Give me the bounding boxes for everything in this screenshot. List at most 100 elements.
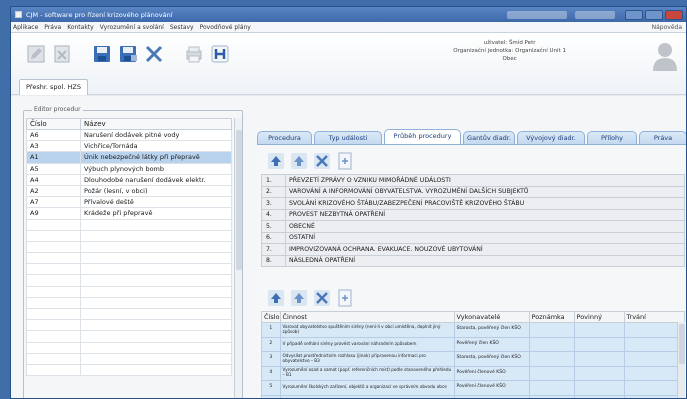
help-button[interactable]	[209, 43, 231, 65]
empty-row	[26, 285, 232, 298]
procedure-name: Dlouhodobé narušení dodávek elektr.	[80, 173, 232, 186]
user-org-unit: Organizační jednotka: Organizační Unit 1	[453, 48, 566, 54]
tab-typ-udalosti[interactable]: Typ události	[314, 131, 382, 145]
tab-prubeh-procedury[interactable]: Průběh procedury	[384, 129, 461, 145]
delete-doc-button[interactable]	[51, 43, 73, 65]
activity-duration	[623, 336, 686, 352]
scrollbar-thumb[interactable]	[236, 130, 242, 270]
document-tab[interactable]: Přeshr. spol. HZS	[19, 79, 88, 95]
empty-row	[26, 307, 232, 321]
procedure-row[interactable]: A5 Výbuch plynových bomb	[26, 162, 232, 175]
column-header-cinnost[interactable]: Činnost	[279, 311, 455, 323]
phase-row[interactable]: 4. PROVEST NEZBYTNÁ OPATŘENÍ	[261, 208, 685, 221]
remove-activity-button[interactable]	[312, 288, 332, 308]
activity-row[interactable]: 4 Vyrozumění osad a samot (popř. referenč…	[261, 365, 686, 381]
floppy-plus-icon	[120, 46, 137, 62]
empty-cell	[80, 263, 232, 276]
phase-row[interactable]: 6. OSTATNÍ	[261, 231, 685, 244]
menu-vyrozumeni[interactable]: Vyrozumění a svolání	[100, 24, 164, 31]
procedure-list-scrollbar[interactable]	[234, 118, 242, 398]
column-header-nazev[interactable]: Název	[80, 118, 232, 130]
activity-text: Varovat obyvatelstvo spuštěním sirény (n…	[279, 322, 455, 338]
menu-aplikace[interactable]: Aplikace	[13, 24, 38, 31]
print-button[interactable]	[183, 43, 205, 65]
phase-label: NÁSLEDNÁ OPATŘENÍ	[285, 254, 685, 267]
empty-row	[26, 229, 232, 242]
scrollbar-thumb[interactable]	[679, 324, 685, 364]
phase-row[interactable]: 5. OBECNÉ	[261, 220, 685, 233]
move-up-button[interactable]	[266, 151, 286, 171]
activity-row[interactable]: 2V případě selhání sirény provést varová…	[261, 336, 686, 352]
activity-number: 2	[261, 336, 281, 352]
procedure-number: A4	[26, 173, 81, 186]
procedure-name: Narušení dodávek pitné vody	[80, 128, 232, 142]
empty-cell	[80, 307, 232, 321]
activity-toolbar	[266, 288, 358, 308]
activity-executors: Starosta, pověřený člen KŠO	[453, 322, 530, 338]
menu-povodnove-plany[interactable]: Povodňové plány	[200, 24, 251, 31]
add-activity-button[interactable]	[335, 288, 355, 308]
activity-table: Číslo Činnost Vykonavatelé Poznámka Povi…	[261, 311, 686, 398]
tab-prava[interactable]: Práva	[639, 131, 686, 145]
activity-note	[528, 394, 575, 398]
procedure-flow-panel: 1. PŘEVZETÍ ZPRÁVY O VZNIKU MIMOŘÁDNÉ UDÁ…	[258, 144, 686, 398]
close-icon	[314, 153, 330, 169]
activity-mandatory	[573, 351, 625, 367]
procedure-row[interactable]: A4 Dlouhodobé narušení dodávek elektr.	[26, 173, 232, 186]
empty-cell	[80, 274, 232, 287]
empty-cell	[80, 285, 232, 298]
activity-row[interactable]: 6Varování obyvatelstva v obci provést: a…	[261, 394, 686, 398]
remove-phase-button[interactable]	[312, 151, 332, 171]
tab-gantuv-diagram[interactable]: Gantův diadr.	[463, 131, 515, 145]
phase-row[interactable]: 1. PŘEVZETÍ ZPRÁVY O VZNIKU MIMOŘÁDNÉ UDÁ…	[261, 174, 685, 187]
column-header-vykonavatele[interactable]: Vykonavatelé	[453, 311, 530, 323]
window-title: CJM - software pro řízení krizového plán…	[26, 10, 173, 19]
procedure-row[interactable]: A1 Únik nebezpečné látky při přepravě	[26, 151, 232, 164]
procedure-row[interactable]: A7 Přívalové deště	[26, 196, 232, 209]
close-window-button[interactable]	[665, 9, 683, 20]
edit-button[interactable]	[25, 43, 47, 65]
activity-row[interactable]: 3 Odvysílat prostřednictvím rozhlasu (jin…	[261, 351, 686, 367]
add-phase-button[interactable]	[335, 151, 355, 171]
activity-move-down-button[interactable]	[289, 288, 309, 308]
menu-prava[interactable]: Práva	[44, 24, 61, 31]
activity-executors	[453, 394, 530, 398]
column-header-poznamka[interactable]: Poznámka	[528, 311, 575, 323]
move-down-button[interactable]	[289, 151, 309, 171]
close-button[interactable]	[143, 43, 165, 65]
activity-scrollbar[interactable]	[677, 322, 685, 398]
phase-row[interactable]: 8. NÁSLEDNÁ OPATŘENÍ	[261, 254, 685, 267]
column-header-trvani[interactable]: Trvání	[623, 311, 686, 323]
column-header-cislo[interactable]: Číslo	[261, 311, 281, 323]
minimize-button[interactable]	[625, 9, 643, 20]
column-header-cislo[interactable]: Číslo	[26, 118, 81, 130]
activity-row[interactable]: 1 Varovat obyvatelstvo spuštěním sirény (…	[261, 322, 686, 338]
tab-procedura[interactable]: Procedura	[257, 131, 312, 145]
titlebar-blurred-area	[507, 10, 567, 19]
phase-row[interactable]: 2. VAROVÁNÍ A INFORMOVÁNÍ OBYVATELSTVA. V…	[261, 185, 685, 198]
title-bar: CJM - software pro řízení krizového plán…	[11, 7, 686, 22]
maximize-button[interactable]	[645, 9, 663, 20]
menu-kontakty[interactable]: Kontakty	[67, 24, 94, 31]
column-header-povinny[interactable]: Povinný	[573, 311, 625, 323]
application-window: CJM - software pro řízení krizového plán…	[10, 6, 687, 399]
tab-vyvojovy-diagram[interactable]: Vývojový diadr.	[517, 131, 585, 145]
procedure-row[interactable]: A3 Vichřice/Tornáda	[26, 140, 232, 153]
activity-move-up-button[interactable]	[266, 288, 286, 308]
empty-cell	[80, 229, 232, 242]
phase-row[interactable]: 7. IMPROVIZOVANÁ OCHRANA. EVAKUACE. NOUZO…	[261, 243, 685, 256]
activity-row[interactable]: 5 Vyrozumění školských zařízení, objektů …	[261, 380, 686, 396]
avatar[interactable]	[652, 41, 678, 71]
menu-napoveda[interactable]: Nápověda	[652, 24, 682, 31]
menu-sestavy[interactable]: Sestavy	[170, 24, 194, 31]
arrow-icon	[291, 153, 307, 169]
procedure-number: A9	[26, 207, 81, 220]
save-button[interactable]	[91, 43, 113, 65]
tab-prilohy[interactable]: Přílohy	[587, 131, 637, 145]
procedure-row[interactable]: A9 Krádeže při přepravě	[26, 207, 232, 220]
empty-cell	[80, 363, 232, 377]
save-as-button[interactable]	[117, 43, 139, 65]
procedure-row[interactable]: A2 Požár (lesní, v obci)	[26, 184, 232, 198]
procedure-row[interactable]: A6 Narušení dodávek pitné vody	[26, 128, 232, 142]
phase-row[interactable]: 3. SVOLÁNÍ KRIZOVÉHO ŠTÁBU/ZABEZPEČENÍ PR…	[261, 197, 685, 210]
